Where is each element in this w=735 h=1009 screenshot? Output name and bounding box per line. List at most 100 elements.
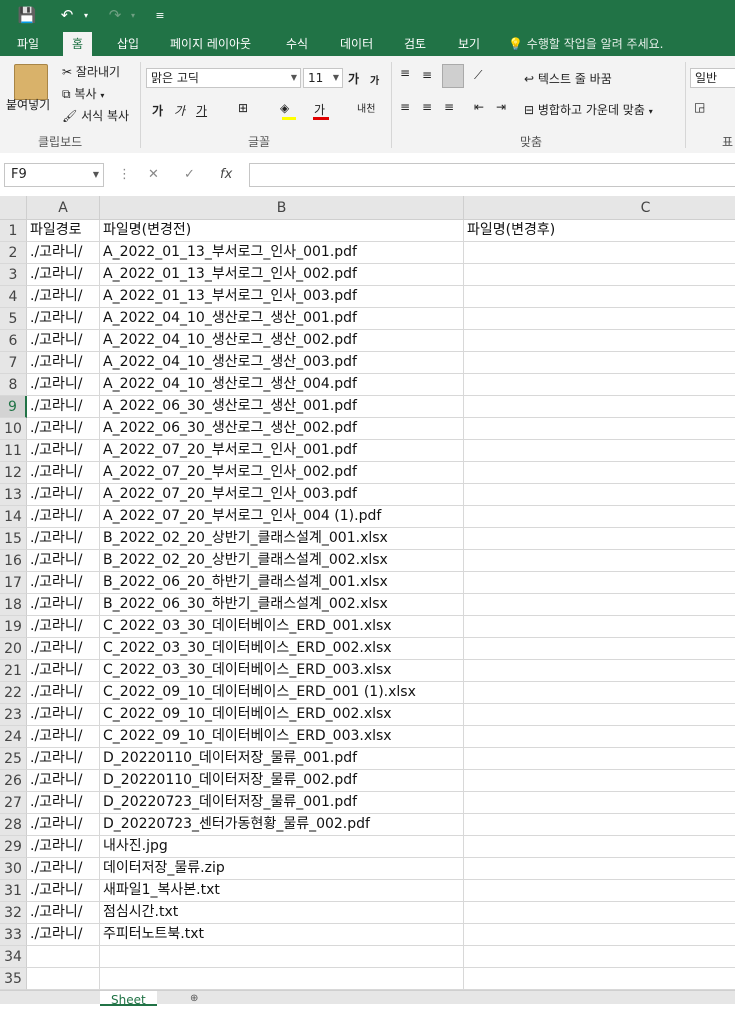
align-center-icon[interactable]: ≡ <box>422 100 432 114</box>
tab-file[interactable]: 파일 <box>8 32 48 56</box>
cell-c[interactable] <box>464 572 735 594</box>
orientation-icon[interactable]: ⟋ <box>474 68 482 83</box>
cell-b[interactable] <box>100 946 464 968</box>
cell-c[interactable] <box>464 946 735 968</box>
cell-a[interactable] <box>27 946 100 968</box>
cell-a[interactable]: ./고라니/ <box>27 748 100 770</box>
undo-icon[interactable]: ↶ <box>56 4 78 26</box>
tab-insert[interactable]: 삽입 <box>108 32 148 56</box>
row-header[interactable]: 29 <box>0 836 27 858</box>
row-header[interactable]: 1 <box>0 220 27 242</box>
cell-c[interactable] <box>464 968 735 990</box>
cell-c[interactable] <box>464 880 735 902</box>
insert-function-icon[interactable]: fx <box>220 167 232 182</box>
cell-b[interactable]: B_2022_02_20_상반기_클래스설계_002.xlsx <box>100 550 464 572</box>
cell-b[interactable]: D_20220110_데이터저장_물류_002.pdf <box>100 770 464 792</box>
cell-a[interactable]: ./고라니/ <box>27 396 100 418</box>
row-header[interactable]: 7 <box>0 352 27 374</box>
row-header[interactable]: 33 <box>0 924 27 946</box>
cell-a[interactable]: ./고라니/ <box>27 330 100 352</box>
row-header[interactable]: 23 <box>0 704 27 726</box>
grow-font-button[interactable]: 가 <box>348 70 359 87</box>
cell-a[interactable]: ./고라니/ <box>27 836 100 858</box>
row-header[interactable]: 4 <box>0 286 27 308</box>
cell-b[interactable]: 파일명(변경전) <box>100 220 464 242</box>
cell-a[interactable]: ./고라니/ <box>27 440 100 462</box>
save-icon[interactable]: 💾 <box>14 4 40 26</box>
cell-b[interactable]: C_2022_09_10_데이터베이스_ERD_001 (1).xlsx <box>100 682 464 704</box>
tab-review[interactable]: 검토 <box>395 32 435 56</box>
cell-b[interactable]: C_2022_09_10_데이터베이스_ERD_002.xlsx <box>100 704 464 726</box>
redo-icon[interactable]: ↷ <box>104 4 126 26</box>
cell-b[interactable]: 주피터노트북.txt <box>100 924 464 946</box>
cell-c[interactable] <box>464 264 735 286</box>
cell-c[interactable] <box>464 352 735 374</box>
row-header[interactable]: 21 <box>0 660 27 682</box>
cell-a[interactable]: ./고라니/ <box>27 924 100 946</box>
column-header-a[interactable]: A <box>27 196 100 220</box>
row-header[interactable]: 20 <box>0 638 27 660</box>
row-header[interactable]: 16 <box>0 550 27 572</box>
row-header[interactable]: 26 <box>0 770 27 792</box>
cell-b[interactable]: A_2022_04_10_생산로그_생산_002.pdf <box>100 330 464 352</box>
cell-a[interactable]: ./고라니/ <box>27 638 100 660</box>
cell-a[interactable]: ./고라니/ <box>27 462 100 484</box>
row-header[interactable]: 24 <box>0 726 27 748</box>
cell-c[interactable] <box>464 594 735 616</box>
row-header[interactable]: 31 <box>0 880 27 902</box>
cell-a[interactable]: ./고라니/ <box>27 682 100 704</box>
undo-dropdown-icon[interactable]: ▾ <box>80 4 92 26</box>
cell-a[interactable]: ./고라니/ <box>27 858 100 880</box>
row-header[interactable]: 6 <box>0 330 27 352</box>
cell-c[interactable] <box>464 528 735 550</box>
row-header[interactable]: 9 <box>0 396 27 418</box>
row-header[interactable]: 12 <box>0 462 27 484</box>
name-box[interactable]: F9 ▼ <box>4 163 104 187</box>
paste-button[interactable]: 붙여넣기 <box>6 96 50 113</box>
row-header[interactable]: 15 <box>0 528 27 550</box>
cell-a[interactable]: ./고라니/ <box>27 528 100 550</box>
cell-c[interactable] <box>464 484 735 506</box>
cell-a[interactable]: ./고라니/ <box>27 880 100 902</box>
cell-a[interactable]: ./고라니/ <box>27 264 100 286</box>
copy-button[interactable]: ⧉ 복사 ▾ <box>62 85 104 102</box>
cell-a[interactable]: ./고라니/ <box>27 660 100 682</box>
cell-b[interactable]: A_2022_07_20_부서로그_인사_001.pdf <box>100 440 464 462</box>
row-header[interactable]: 5 <box>0 308 27 330</box>
align-bottom-icon[interactable] <box>442 64 464 88</box>
tab-home[interactable]: 홈 <box>63 32 93 56</box>
font-color-icon[interactable]: 가 <box>314 101 325 118</box>
cell-a[interactable] <box>27 968 100 990</box>
cell-c[interactable] <box>464 242 735 264</box>
tab-view[interactable]: 보기 <box>449 32 489 56</box>
cell-a[interactable]: ./고라니/ <box>27 242 100 264</box>
cell-c[interactable] <box>464 550 735 572</box>
cell-c[interactable] <box>464 924 735 946</box>
tab-page-layout[interactable]: 페이지 레이아웃 <box>161 32 260 56</box>
cell-a[interactable]: ./고라니/ <box>27 484 100 506</box>
row-header[interactable]: 17 <box>0 572 27 594</box>
align-middle-icon[interactable]: ≡ <box>422 68 432 82</box>
row-header[interactable]: 19 <box>0 616 27 638</box>
cell-c[interactable] <box>464 770 735 792</box>
sheet-tab[interactable]: Sheet <box>100 991 157 1007</box>
cell-a[interactable]: ./고라니/ <box>27 550 100 572</box>
row-header[interactable]: 10 <box>0 418 27 440</box>
cell-c[interactable] <box>464 814 735 836</box>
fill-color-icon[interactable]: ◈ <box>280 101 289 115</box>
cell-c[interactable] <box>464 330 735 352</box>
cell-a[interactable]: ./고라니/ <box>27 374 100 396</box>
cell-c[interactable] <box>464 396 735 418</box>
new-sheet-icon[interactable]: ⊕ <box>190 993 198 1004</box>
cell-b[interactable]: A_2022_07_20_부서로그_인사_002.pdf <box>100 462 464 484</box>
cancel-icon[interactable]: ✕ <box>148 167 159 182</box>
cell-a[interactable]: ./고라니/ <box>27 572 100 594</box>
cell-c[interactable] <box>464 748 735 770</box>
cell-c[interactable] <box>464 440 735 462</box>
underline-button[interactable]: 가 <box>196 102 207 119</box>
increase-indent-icon[interactable]: ⇥ <box>496 100 506 114</box>
formula-input[interactable] <box>249 163 735 187</box>
number-format-select[interactable]: 일반 <box>690 68 735 88</box>
cell-c[interactable] <box>464 704 735 726</box>
cell-b[interactable]: A_2022_01_13_부서로그_인사_003.pdf <box>100 286 464 308</box>
